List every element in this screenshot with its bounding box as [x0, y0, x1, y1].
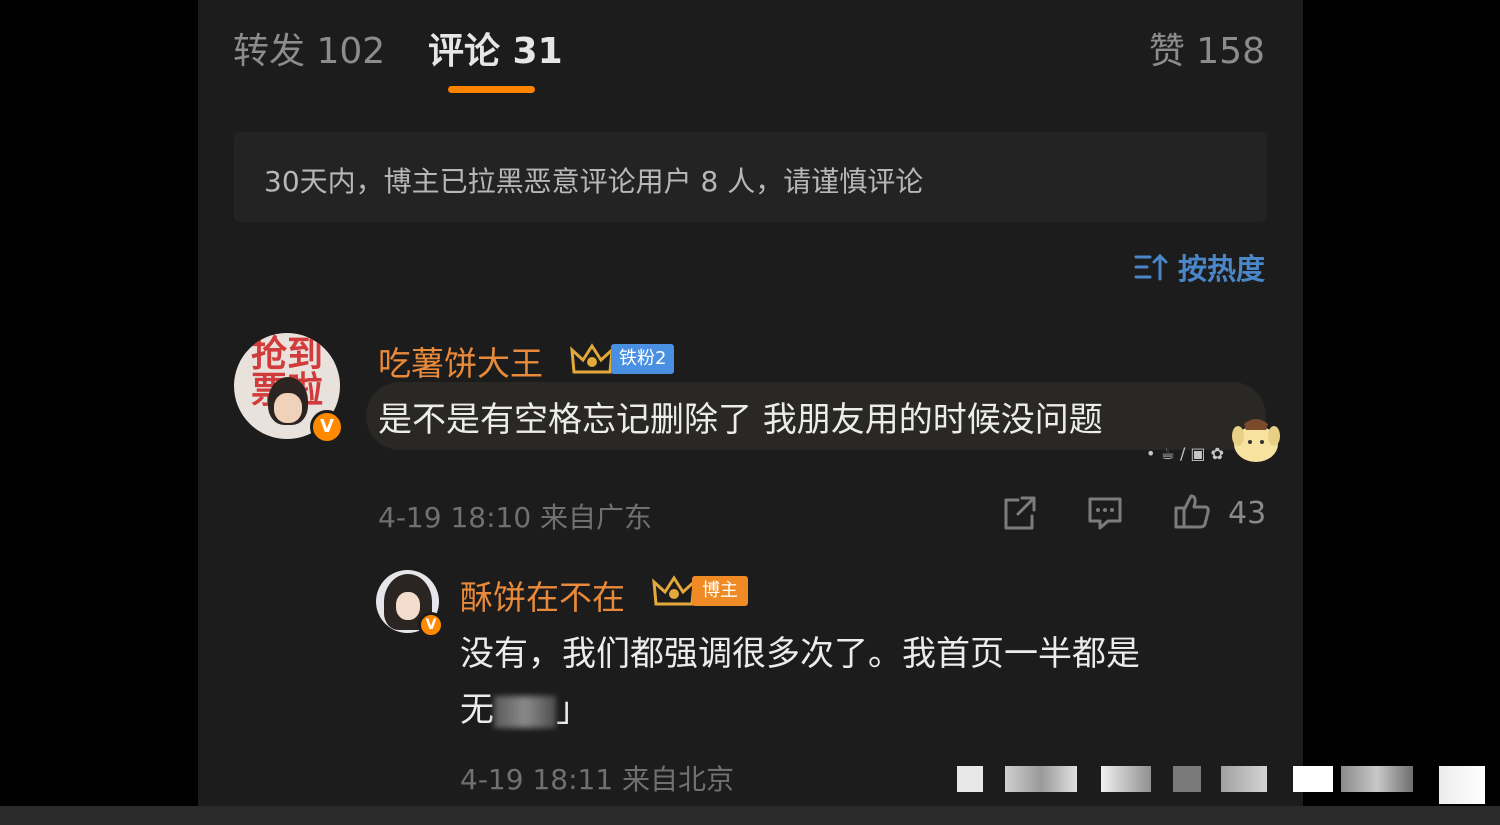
watermark-pixel [1221, 766, 1267, 792]
watermark-pixel [1341, 766, 1413, 792]
reply-meta: 4-19 18:11 来自北京 [460, 763, 735, 796]
reply-text-tail: 」 [556, 690, 590, 730]
bottom-edge-bar [0, 806, 1500, 825]
watermark-pixel [1005, 766, 1077, 792]
watermark-pixel [1293, 766, 1333, 792]
avatar-face [274, 393, 302, 423]
censored-text [494, 695, 556, 728]
tab-repost[interactable]: 转发 102 [233, 22, 385, 74]
notice-text: 30天内，博主已拉黑恶意评论用户 8 人，请谨慎评论 [264, 165, 924, 198]
tab-likes[interactable]: 赞 158 [1149, 22, 1265, 74]
verified-badge: V [418, 612, 444, 638]
watermark-pixel [1439, 766, 1485, 804]
fan-level-badge: 铁粉2 [611, 344, 675, 374]
tab-bar: 转发 102 评论 31 赞 158 [198, 0, 1303, 100]
reply-username[interactable]: 酥饼在不在 [460, 571, 625, 619]
reply-text: 没有，我们都强调很多次了。我首页一半都是 无 」 [460, 626, 1260, 738]
reply-text-line2: 无 [460, 690, 494, 730]
pompompurin-sticker-icon [1232, 419, 1280, 462]
active-tab-indicator [448, 86, 535, 93]
share-icon[interactable] [1000, 494, 1038, 532]
like-count: 43 [1228, 496, 1267, 531]
crown-icon [570, 343, 614, 374]
pixelated-watermark [955, 766, 1485, 810]
comment-username[interactable]: 吃薯饼大王 [378, 337, 543, 385]
sort-icon [1134, 253, 1168, 281]
verified-badge: V [310, 410, 344, 444]
weibo-comment-screen: 转发 102 评论 31 赞 158 30天内，博主已拉黑恶意评论用户 8 人，… [198, 0, 1303, 825]
comment-text: 是不是有空格忘记删除了 我朋友用的时候没问题 [378, 400, 1103, 440]
watermark-pixel [957, 766, 983, 792]
like-thumbs-up-icon[interactable] [1173, 492, 1211, 530]
crown-icon [652, 575, 696, 606]
comment-meta: 4-19 18:10 来自广东 [378, 501, 653, 534]
watermark-pixel [1101, 766, 1151, 792]
reply-text-line1: 没有，我们都强调很多次了。我首页一半都是 [460, 634, 1140, 674]
tab-comments[interactable]: 评论 31 [428, 22, 563, 74]
reply-comment-icon[interactable] [1086, 494, 1124, 532]
moderation-notice: 30天内，博主已拉黑恶意评论用户 8 人，请谨慎评论 [234, 132, 1267, 222]
sort-label: 按热度 [1177, 252, 1265, 286]
blogger-badge: 博主 [692, 576, 748, 606]
bubble-decoration: • ☕ / ▣ ✿ [1146, 444, 1225, 463]
sort-button[interactable]: 按热度 [1134, 246, 1265, 288]
avatar-face [396, 592, 420, 620]
watermark-pixel [1173, 766, 1201, 792]
